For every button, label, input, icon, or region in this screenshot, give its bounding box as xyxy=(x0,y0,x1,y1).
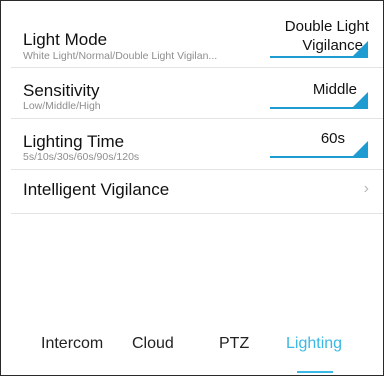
tab-intercom[interactable]: Intercom xyxy=(41,335,103,353)
tab-lighting[interactable]: Lighting xyxy=(286,335,342,353)
dropdown-triangle-icon[interactable] xyxy=(270,41,368,58)
lighting-time-row[interactable]: Lighting Time 5s/10s/30s/60s/90s/120s 60… xyxy=(11,119,383,170)
light-mode-row[interactable]: Light Mode White Light/Normal/Double Lig… xyxy=(11,1,383,68)
light-mode-options: White Light/Normal/Double Light Vigilan.… xyxy=(23,50,218,62)
lighting-time-title: Lighting Time xyxy=(23,132,125,151)
tab-cloud[interactable]: Cloud xyxy=(132,335,174,353)
intelligent-vigilance-row[interactable]: Intelligent Vigilance › xyxy=(11,170,383,214)
sensitivity-row[interactable]: Sensitivity Low/Middle/High Middle xyxy=(11,68,383,119)
lighting-settings-screen: Light Mode White Light/Normal/Double Lig… xyxy=(0,0,384,376)
light-mode-title: Light Mode xyxy=(23,30,108,49)
intelligent-vigilance-title: Intelligent Vigilance xyxy=(23,180,170,199)
active-tab-indicator xyxy=(297,371,333,373)
sensitivity-title: Sensitivity xyxy=(23,81,100,100)
lighting-time-options: 5s/10s/30s/60s/90s/120s xyxy=(23,151,140,163)
sensitivity-options: Low/Middle/High xyxy=(23,100,101,112)
dropdown-triangle-icon[interactable] xyxy=(270,141,368,158)
tab-ptz[interactable]: PTZ xyxy=(219,335,249,353)
bottom-tab-bar: Intercom Cloud PTZ Lighting xyxy=(1,317,383,375)
chevron-right-icon[interactable]: › xyxy=(364,180,369,198)
light-mode-value-line1: Double Light xyxy=(284,18,369,35)
dropdown-triangle-icon[interactable] xyxy=(270,92,368,109)
